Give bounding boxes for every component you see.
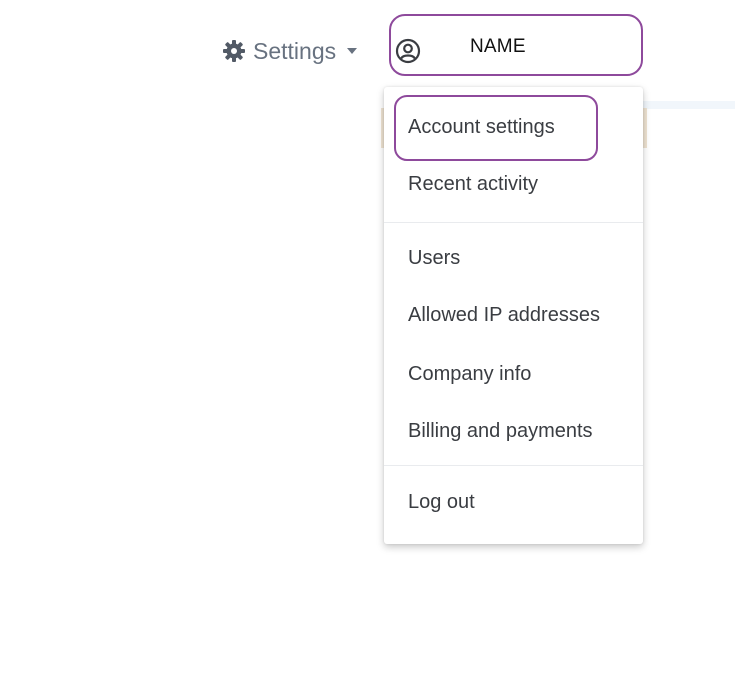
- menu-item-billing-and-payments[interactable]: Billing and payments: [408, 420, 593, 443]
- settings-dropdown-button[interactable]: Settings: [222, 35, 358, 67]
- account-settings-highlight-annotation: [394, 95, 598, 161]
- settings-label: Settings: [253, 37, 337, 64]
- menu-item-users[interactable]: Users: [408, 247, 460, 270]
- page: Settings NAME Account settings Recent ac…: [0, 0, 735, 693]
- name-highlight-annotation: [389, 14, 643, 76]
- menu-item-company-info[interactable]: Company info: [408, 363, 531, 386]
- background-panel: [640, 101, 735, 109]
- menu-item-allowed-ip-addresses[interactable]: Allowed IP addresses: [408, 304, 600, 327]
- chevron-down-icon: [347, 48, 358, 54]
- menu-divider: [384, 465, 643, 466]
- menu-divider: [384, 222, 643, 223]
- menu-item-log-out[interactable]: Log out: [408, 491, 475, 514]
- menu-item-recent-activity[interactable]: Recent activity: [408, 173, 538, 196]
- gear-icon: [222, 39, 246, 63]
